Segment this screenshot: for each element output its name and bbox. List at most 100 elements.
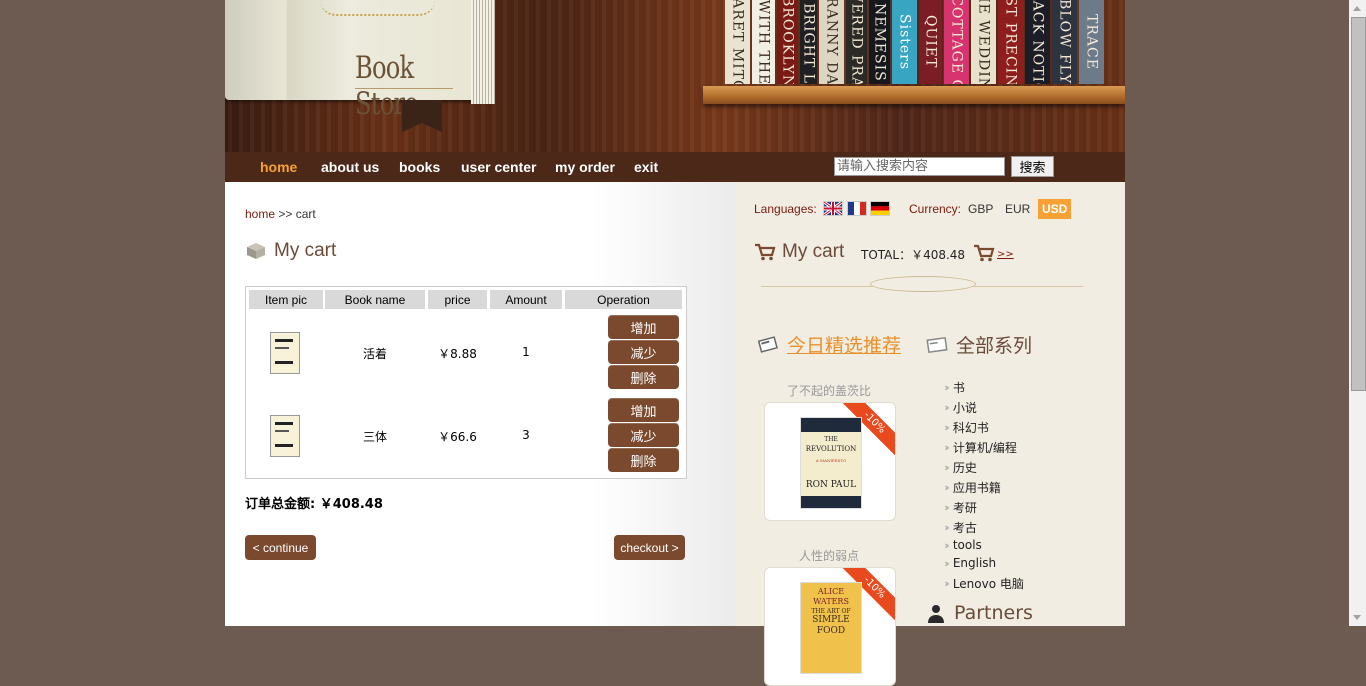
category-label[interactable]: 科幻书 [953,419,989,436]
nav-about-us[interactable]: about us [321,159,379,175]
category-label[interactable]: 计算机/编程 [953,439,1017,456]
box-icon [247,243,265,259]
sidebar-cart-title: My cart [754,241,844,263]
category-item[interactable]: ›› 科幻书 [944,419,989,436]
category-label[interactable]: 历史 [953,459,977,476]
checkout-button[interactable]: checkout > [614,535,685,560]
search-button[interactable]: 搜索 [1011,156,1054,177]
category-item[interactable]: ›› 应用书籍 [944,479,1001,496]
cart-link[interactable]: >> [997,249,1014,260]
book-spine-label: LAST PRECINCT [1002,0,1019,84]
double-chevron-icon: ›› [944,501,950,514]
table-row: 活着 ￥8.88 1 增加 减少 删除 [246,312,686,395]
col-header-amount: Amount [490,290,562,309]
germany-flag-icon[interactable] [870,201,890,216]
picks-title[interactable]: 今日精选推荐 [757,331,901,358]
pick-card[interactable]: -10% THE REVOLUTION A MANIFESTO RON PAUL [764,402,896,521]
category-item[interactable]: ›› 小说 [944,399,977,416]
decrease-button[interactable]: 减少 [608,340,679,364]
category-item[interactable]: ›› tools [944,538,982,552]
book-spine: MARGARET MITCHELL [725,0,750,84]
book-cover[interactable]: THE REVOLUTION A MANIFESTO RON PAUL [800,417,862,509]
category-item[interactable]: ›› English [944,556,996,570]
double-chevron-icon: ›› [944,521,950,534]
category-label[interactable]: 考古 [953,519,977,536]
cover-line: ALICE [817,587,845,596]
cover-line: FOOD [816,626,846,636]
nav-my-order[interactable]: my order [555,159,615,175]
double-chevron-icon: ›› [944,461,950,474]
decrease-button[interactable]: 减少 [608,423,679,447]
category-item[interactable]: ›› 考古 [944,519,977,536]
book-price: ￥66.6 [438,430,477,444]
category-item[interactable]: ›› 历史 [944,459,977,476]
france-flag-icon[interactable] [847,201,867,216]
double-chevron-icon: ›› [944,421,950,434]
book-spine-label: THE WEDDING [975,0,992,84]
pick-book-title[interactable]: 了不起的盖茨比 [764,382,894,399]
category-item[interactable]: ›› 计算机/编程 [944,439,1017,456]
double-chevron-icon: ›› [944,538,950,552]
category-label[interactable]: 小说 [953,399,977,416]
category-item[interactable]: ›› 书 [944,379,965,396]
search-input[interactable] [834,157,1005,176]
category-label[interactable]: tools [953,538,982,552]
book-thumbnail[interactable] [270,332,300,374]
increase-button[interactable]: 增加 [608,315,679,339]
nav-home[interactable]: home [260,159,297,175]
vertical-scrollbar[interactable] [1349,0,1366,626]
sidebar: Languages: Currency: GBP EUR USD My cart… [735,182,1125,686]
category-label[interactable]: 应用书籍 [953,479,1001,496]
book-cover[interactable]: ALICE WATERS THE ART OF SIMPLE FOOD [800,582,862,674]
breadcrumb-home[interactable]: home [245,207,275,221]
nav-books[interactable]: books [399,159,440,175]
category-label[interactable]: English [953,556,996,570]
book-price: ￥8.88 [438,347,477,361]
store-logo-book[interactable]: Book Store [225,0,495,122]
scroll-up-icon[interactable] [1353,6,1361,11]
book-spine: GONE WITH THE WIND [752,0,775,84]
scrollbar-thumb[interactable] [1351,17,1366,391]
book-thumbnail[interactable] [270,415,300,457]
nav-exit[interactable]: exit [634,159,658,175]
cover-line: A MANIFESTO [815,458,847,463]
book-spine: THE COTTAGE GAME [944,0,969,84]
cart-small-icon[interactable] [973,244,995,262]
book-amount: 1 [522,345,530,359]
delete-button[interactable]: 删除 [608,448,679,472]
book-spine-label: BROOKLYN [779,0,796,84]
series-title: 全部系列 [926,331,1032,358]
book-spine: BLACK NOTICE [1025,0,1050,84]
category-label[interactable]: 考研 [953,499,977,516]
book-spine-label: BLOW FLY [1056,0,1073,84]
scroll-down-icon[interactable] [1353,615,1361,620]
pick-card[interactable]: -10% ALICE WATERS THE ART OF SIMPLE FOOD [764,567,896,686]
picks-title-text[interactable]: 今日精选推荐 [787,331,901,358]
book-spine-label: GRANNY DAN [823,0,840,84]
col-header-price: price [428,290,487,309]
nav-user-center[interactable]: user center [461,159,536,175]
page-title: My cart [245,240,336,262]
category-item[interactable]: ›› Lenovo 电脑 [944,575,1024,592]
category-label[interactable]: 书 [953,379,965,396]
page: Book Store MARGARET MITCHELL GONE WITH TH… [225,0,1125,686]
currency-gbp[interactable]: GBP [968,202,993,216]
book-spine-label: NEMESIS [871,2,888,82]
currency-eur[interactable]: EUR [1005,202,1030,216]
main-content: home >> cart My cart Item pic Book name … [225,182,735,626]
tag-icon [757,335,778,353]
category-item[interactable]: ›› 考研 [944,499,977,516]
currency-usd[interactable]: USD [1038,199,1072,219]
book-spine-label: ANSWERED PRAYERS [849,0,865,84]
increase-button[interactable]: 增加 [608,398,679,422]
main-nav: home about us books user center my order… [225,152,1125,182]
continue-button[interactable]: < continue [245,535,316,560]
double-chevron-icon: ›› [944,381,950,394]
delete-button[interactable]: 删除 [608,365,679,389]
uk-flag-icon[interactable] [823,201,843,216]
double-chevron-icon: ›› [944,577,950,590]
pick-book-title[interactable]: 人性的弱点 [764,547,894,564]
person-icon [928,605,944,623]
category-label[interactable]: Lenovo 电脑 [953,575,1024,592]
divider-ornament-icon [870,276,976,292]
